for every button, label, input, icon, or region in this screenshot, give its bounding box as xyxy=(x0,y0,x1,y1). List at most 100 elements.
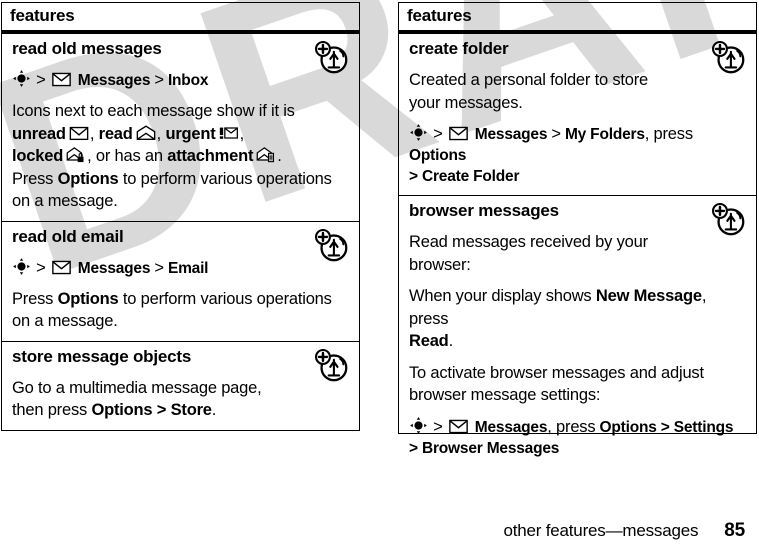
body-line-1: Icons next to each message show if it is xyxy=(12,102,295,120)
a-plus-circle-icon xyxy=(314,348,348,381)
table-header-left: features xyxy=(2,3,359,34)
body-mid-text: , or has an xyxy=(87,147,163,165)
nav-separator: > xyxy=(36,258,46,277)
nav-target-email: Email xyxy=(167,259,209,277)
navigation-path: > Messages > My Folders, press Options >… xyxy=(409,123,746,187)
navigation-key-icon xyxy=(13,257,30,275)
nav-menu-messages: Messages xyxy=(474,418,548,436)
press-word-1: Press xyxy=(12,169,54,188)
row-title: create folder xyxy=(409,39,509,58)
page-footer: other features—messages 85 xyxy=(0,520,745,542)
label-locked: locked xyxy=(12,147,64,165)
nav-separator-3: > xyxy=(409,168,418,185)
row-body-p2: When your display shows New Message, pre… xyxy=(409,285,746,353)
press-word-2: Press xyxy=(12,289,54,308)
label-attachment: attachment xyxy=(167,147,254,165)
nav-menu-messages: Messages xyxy=(77,72,151,89)
navigation-key-icon xyxy=(13,70,30,87)
navigation-path: > Messages > Email xyxy=(12,257,349,279)
row-title: read old messages xyxy=(12,39,162,58)
label-browser-messages: Browser Messages xyxy=(421,439,560,457)
label-create-folder: Create Folder xyxy=(421,168,520,185)
attachment-envelope-icon xyxy=(256,147,275,163)
p2-pre: When your display shows xyxy=(409,287,592,305)
label-settings: Settings xyxy=(673,418,734,436)
row-body: Icons next to each message show if it is… xyxy=(12,100,349,213)
body-line-2: your messages. xyxy=(409,93,523,112)
label-unread: unread xyxy=(12,124,66,143)
nav-separator: > xyxy=(36,71,46,89)
label-options-2: Options xyxy=(57,289,119,308)
label-options-1: Options xyxy=(57,169,119,188)
table-row: read old messages > Messages > Inbox Ico… xyxy=(2,34,359,221)
table-header-right: features xyxy=(399,3,756,34)
features-table-right: features create folder Created a persona… xyxy=(398,2,757,457)
p2-end: . xyxy=(448,332,454,350)
table-row: create folder Created a personal folder … xyxy=(399,34,756,195)
body-line-1: Read messages received by your xyxy=(409,233,648,251)
nav-menu-messages: Messages xyxy=(474,126,548,143)
label-options-3: Options xyxy=(91,401,153,419)
nav-menu-messages: Messages xyxy=(77,259,151,277)
a-plus-circle-icon xyxy=(314,228,348,261)
sep-comma-3: , xyxy=(239,124,245,143)
envelope-icon xyxy=(51,260,71,274)
row-body: Press Options to perform various operati… xyxy=(12,288,349,333)
nav-separator-3: > xyxy=(409,439,418,457)
table-row: browser messages Read messages received … xyxy=(399,195,756,467)
nav-target-inbox: Inbox xyxy=(167,72,209,89)
urgent-envelope-icon xyxy=(219,126,238,139)
navigation-key-icon xyxy=(410,124,427,141)
row-body: Created a personal folder to store your … xyxy=(409,69,746,114)
envelope-icon xyxy=(448,419,468,433)
label-read-softkey: Read xyxy=(409,332,449,350)
label-read: read xyxy=(98,124,133,143)
label-options-5: Options xyxy=(599,418,657,436)
nav-my-folders: My Folders xyxy=(564,126,645,143)
closed-envelope-icon xyxy=(69,126,89,140)
locked-envelope-icon xyxy=(66,147,84,163)
label-new-message: New Message xyxy=(595,287,702,305)
p3-line-1: To activate browser messages and adjust xyxy=(409,363,704,382)
envelope-icon xyxy=(51,72,71,87)
table-row: store message objects Go to a multimedia… xyxy=(2,340,359,430)
label-urgent: urgent xyxy=(165,124,216,143)
a-plus-circle-icon xyxy=(314,40,348,74)
body-line-2-pre: then press xyxy=(12,401,88,419)
a-plus-circle-icon xyxy=(711,40,745,74)
nav-press-text: , press xyxy=(547,417,596,436)
manual-page: features read old messages > Messages > … xyxy=(0,0,759,547)
a-plus-circle-icon xyxy=(711,202,745,236)
nav-separator-2: > xyxy=(551,125,561,143)
sep-period-2: . xyxy=(211,401,217,419)
body-line-2: browser: xyxy=(409,255,471,274)
nav-separator: > xyxy=(433,417,443,436)
nav-press-text: , press xyxy=(644,125,693,143)
sep-comma-1: , xyxy=(89,124,99,143)
nav-separator-2: > xyxy=(154,71,164,89)
sep-gt: > xyxy=(156,401,167,419)
open-envelope-icon xyxy=(136,124,155,140)
nav-separator-2: > xyxy=(660,418,670,436)
body-line-1: Go to a multimedia message page, xyxy=(12,378,262,397)
row-title: store message objects xyxy=(12,346,192,366)
nav-separator: > xyxy=(433,125,443,143)
table-row: read old email > Messages > Email Press … xyxy=(2,220,359,341)
nav-separator-2: > xyxy=(154,258,164,277)
footer-section-title: other features—messages xyxy=(503,521,699,540)
features-table-left: features read old messages > Messages > … xyxy=(1,2,360,431)
navigation-path: > Messages, press Options > Settings > B… xyxy=(409,416,746,459)
sep-period: . xyxy=(277,147,282,165)
label-store: Store xyxy=(170,401,212,419)
envelope-icon xyxy=(448,126,468,141)
navigation-key-icon xyxy=(410,416,427,434)
row-body-p1: Read messages received by your browser: xyxy=(409,231,746,276)
p3-line-2: browser message settings: xyxy=(409,386,601,404)
label-options-4: Options xyxy=(409,147,467,164)
body-line-1: Created a personal folder to store xyxy=(409,71,649,89)
navigation-path: > Messages > Inbox xyxy=(12,69,349,91)
row-body-p3: To activate browser messages and adjust … xyxy=(409,362,746,407)
row-body: Go to a multimedia message page, then pr… xyxy=(12,377,349,422)
row-title: browser messages xyxy=(409,201,559,220)
footer-page-number: 85 xyxy=(724,520,745,541)
